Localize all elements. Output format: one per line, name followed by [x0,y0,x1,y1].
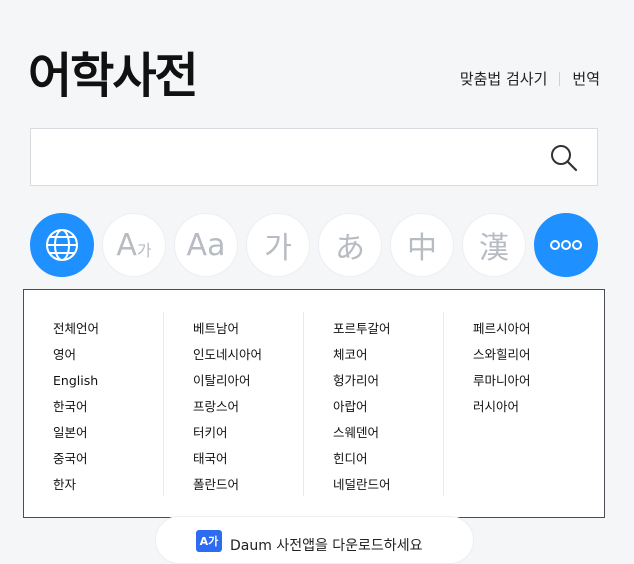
divider [559,71,561,86]
more-languages-button[interactable] [534,213,598,277]
language-selector: A가 Aa 가 あ 中 漢 [30,213,598,277]
language-item[interactable]: 터키어 [193,420,304,446]
language-column-1: 전체언어 영어 English 한국어 일본어 중국어 한자 [24,290,164,517]
search-box [30,128,598,186]
language-item[interactable]: 영어 [53,342,164,368]
language-item[interactable]: 네덜란드어 [333,472,444,498]
language-item[interactable]: 프랑스어 [193,394,304,420]
more-icon [550,240,582,250]
lang-ko-en-small: 가 [136,241,152,260]
language-column-4: 페르시아어 스와힐리어 루마니아어 러시아어 [444,290,584,517]
app-download-text: Daum 사전앱을 다운로드하세요 [230,538,423,554]
language-item[interactable]: 스와힐리어 [473,342,584,368]
language-item[interactable]: 헝가리어 [333,368,444,394]
language-item[interactable]: 아랍어 [333,394,444,420]
language-item[interactable]: 러시아어 [473,394,584,420]
lang-ja-button[interactable]: あ [318,213,382,277]
language-item[interactable]: 힌디어 [333,446,444,472]
language-item[interactable]: 폴란드어 [193,472,304,498]
lang-ko-button[interactable]: 가 [246,213,310,277]
language-item[interactable]: 인도네시아어 [193,342,304,368]
language-item[interactable]: 루마니아어 [473,368,584,394]
language-item[interactable]: 포르투갈어 [333,316,444,342]
app-badge-icon: A가 [196,530,222,552]
language-item[interactable]: 한국어 [53,394,164,420]
language-column-3: 포르투갈어 체코어 헝가리어 아랍어 스웨덴어 힌디어 네덜란드어 [304,290,444,517]
language-item[interactable]: 한자 [53,472,164,498]
language-item[interactable]: 스웨덴어 [333,420,444,446]
page-title: 어학사전 [28,48,199,104]
search-input[interactable] [43,139,547,177]
language-item[interactable]: 일본어 [53,420,164,446]
language-item[interactable]: 전체언어 [53,316,164,342]
language-item[interactable]: 베트남어 [193,316,304,342]
language-item[interactable]: 중국어 [53,446,164,472]
language-column-2: 베트남어 인도네시아어 이탈리아어 프랑스어 터키어 태국어 폴란드어 [164,290,304,517]
lang-zh-button[interactable]: 中 [390,213,454,277]
search-icon[interactable] [549,143,579,173]
lang-hanja-button[interactable]: 漢 [462,213,526,277]
lang-ko-en-button[interactable]: A가 [102,213,166,277]
lang-all-button[interactable] [30,213,94,277]
globe-icon [46,229,78,261]
lang-en-button[interactable]: Aa [174,213,238,277]
lang-ko-en-big: A [116,227,137,263]
spell-check-link[interactable]: 맞춤법 검사기 [460,68,548,89]
translate-link[interactable]: 번역 [572,68,600,89]
language-item[interactable]: 체코어 [333,342,444,368]
language-item[interactable]: 페르시아어 [473,316,584,342]
language-panel: 전체언어 영어 English 한국어 일본어 중국어 한자 베트남어 인도네시아어 이탈리아어… [23,289,605,518]
language-item[interactable]: 이탈리아어 [193,368,304,394]
app-download-banner[interactable]: A가 Daum 사전앱을 다운로드하세요 [155,516,474,564]
top-links: 맞춤법 검사기 번역 [460,68,600,89]
language-item[interactable]: English [53,368,164,394]
language-item[interactable]: 태국어 [193,446,304,472]
